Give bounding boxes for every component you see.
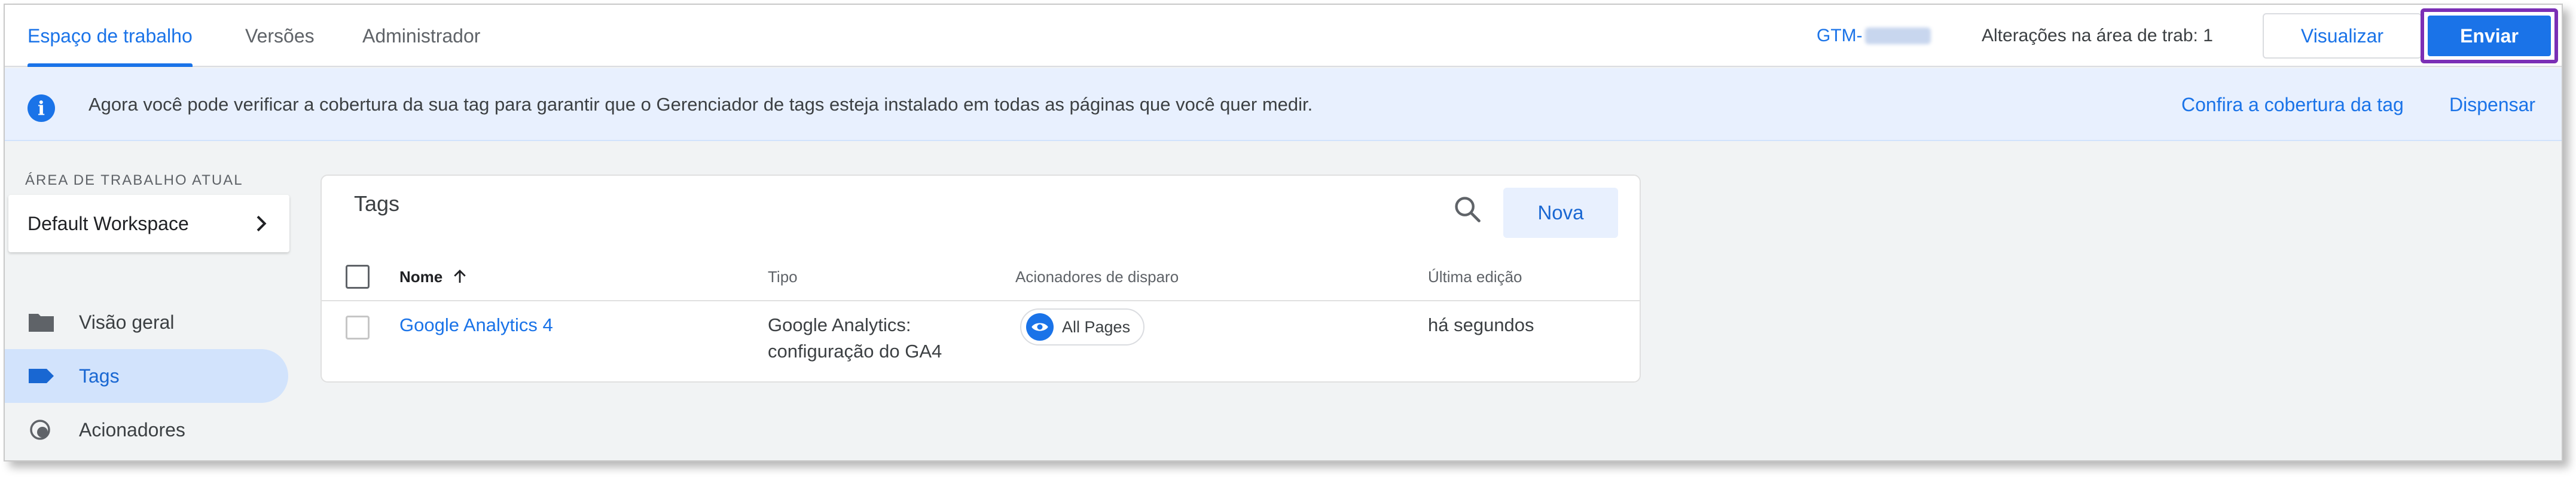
tab-workspace[interactable]: Espaço de trabalho [12, 5, 208, 67]
table-header: Nome Tipo Acionadores de disparo Última … [322, 252, 1640, 301]
workspace-name: Default Workspace [28, 212, 189, 234]
eye-icon [1026, 313, 1054, 341]
tab-versions-label: Versões [245, 25, 315, 47]
tag-icon [29, 369, 54, 383]
workspace-selector[interactable]: Default Workspace [8, 195, 289, 252]
sidebar-item-triggers-label: Acionadores [79, 418, 185, 441]
sidebar-item-tags-label: Tags [79, 365, 120, 387]
sidebar-item-overview-label: Visão geral [79, 311, 175, 333]
sort-ascending-icon [454, 270, 466, 283]
folder-icon [29, 314, 54, 332]
tab-admin[interactable]: Administrador [347, 5, 496, 67]
column-header-last-edited: Última edição [1428, 267, 1522, 286]
submit-button-highlight: Enviar [2421, 8, 2558, 63]
container-id-prefix: GTM- [1817, 26, 1863, 45]
gtm-window: Espaço de trabalho Versões Administrador… [4, 4, 2563, 461]
tag-type-line2: configuração do GA4 [768, 341, 942, 362]
last-edited-value: há segundos [1428, 314, 1534, 335]
tab-versions[interactable]: Versões [230, 5, 330, 67]
container-id-redacted [1864, 27, 1931, 44]
table-row[interactable]: Google Analytics 4 Google Analytics: con… [322, 302, 1640, 380]
sidebar-item-triggers[interactable]: Acionadores [5, 403, 288, 457]
top-navigation: Espaço de trabalho Versões Administrador… [5, 5, 2562, 67]
tag-name-link[interactable]: Google Analytics 4 [399, 312, 553, 338]
new-tag-button[interactable]: Nova [1503, 188, 1618, 238]
dismiss-link[interactable]: Dispensar [2449, 68, 2535, 141]
banner-message: Agora você pode verificar a cobertura da… [88, 94, 1313, 115]
search-icon[interactable] [1452, 194, 1483, 225]
submit-button[interactable]: Enviar [2428, 16, 2551, 56]
container-id-link[interactable]: GTM- [1817, 5, 1931, 67]
check-tag-coverage-link[interactable]: Confira a cobertura da tag [2181, 68, 2404, 141]
trigger-chip[interactable]: All Pages [1020, 308, 1145, 346]
column-header-triggers: Acionadores de disparo [1015, 267, 1179, 286]
current-workspace-label: ÁREA DE TRABALHO ATUAL [25, 172, 243, 188]
column-header-name-label: Nome [399, 267, 443, 286]
trigger-icon [30, 420, 50, 440]
tag-type: Google Analytics: configuração do GA4 [768, 312, 942, 365]
tag-type-line1: Google Analytics: [768, 314, 911, 335]
tab-workspace-label: Espaço de trabalho [28, 25, 193, 47]
tag-coverage-banner: i Agora você pode verificar a cobertura … [5, 68, 2562, 141]
column-header-name[interactable]: Nome [399, 252, 469, 301]
info-icon: i [28, 94, 55, 122]
column-header-type: Tipo [768, 267, 798, 286]
workspace-changes-count: Alterações na área de trab: 1 [1982, 5, 2213, 67]
row-checkbox[interactable] [346, 316, 370, 340]
chevron-right-icon [257, 215, 267, 232]
sidebar-item-overview[interactable]: Visão geral [5, 295, 288, 349]
select-all-checkbox[interactable] [346, 265, 370, 289]
tags-card-title: Tags [354, 191, 400, 216]
sidebar-item-tags[interactable]: Tags [5, 349, 288, 403]
tags-table-card: Tags Nova Nome Tipo Acionadores de dispa… [321, 175, 1641, 383]
workspace-changes-text: Alterações na área de trab: 1 [1982, 26, 2213, 45]
trigger-chip-label: All Pages [1062, 317, 1131, 336]
tab-admin-label: Administrador [362, 25, 481, 47]
preview-button[interactable]: Visualizar [2263, 13, 2422, 59]
